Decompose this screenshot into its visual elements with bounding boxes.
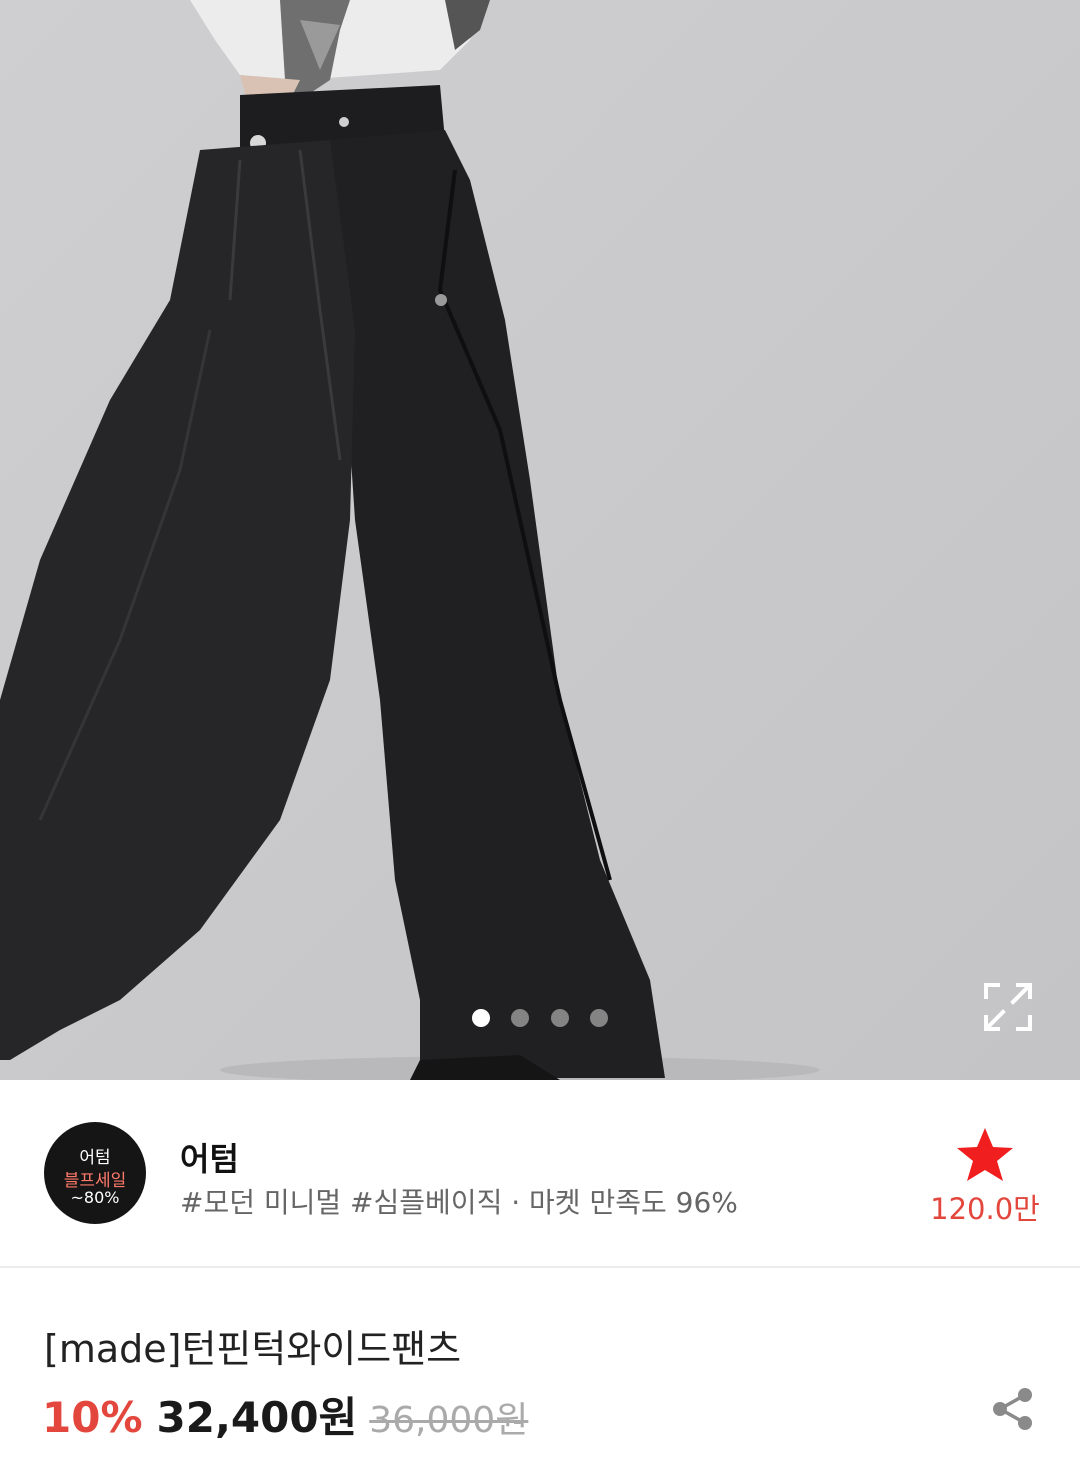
- shop-logo-discount: ~80%: [70, 1188, 120, 1207]
- shop-tags: #모던 미니멀 #심플베이직 · 마켓 만족도 96%: [180, 1186, 738, 1219]
- section-divider: [0, 1266, 1080, 1268]
- star-icon[interactable]: [955, 1126, 1015, 1184]
- shop-logo-name: 어텀: [79, 1148, 111, 1168]
- shop-info-row[interactable]: [0, 1080, 1080, 1266]
- favorite-count: 120.0만: [930, 1192, 1040, 1226]
- original-price: 36,000원: [369, 1400, 529, 1441]
- product-title: [made]턴핀턱와이드팬츠: [44, 1327, 462, 1371]
- carousel-indicator: [0, 1008, 1080, 1030]
- sale-price: 32,400원: [156, 1393, 358, 1442]
- shop-logo[interactable]: 어텀 블프세일 ~80%: [44, 1122, 146, 1224]
- expand-icon[interactable]: [982, 981, 1034, 1033]
- share-icon[interactable]: [990, 1386, 1036, 1432]
- carousel-dot-2[interactable]: [511, 1009, 529, 1027]
- discount-rate: 10%: [42, 1393, 143, 1442]
- price-row: 10% 32,400원 36,000원: [42, 1384, 529, 1442]
- product-image-carousel[interactable]: [0, 0, 1080, 1080]
- carousel-dot-1[interactable]: [472, 1009, 490, 1027]
- carousel-dot-3[interactable]: [551, 1009, 569, 1027]
- carousel-dot-4[interactable]: [590, 1009, 608, 1027]
- shop-name[interactable]: 어텀: [180, 1134, 239, 1180]
- product-photo: [0, 0, 1080, 1080]
